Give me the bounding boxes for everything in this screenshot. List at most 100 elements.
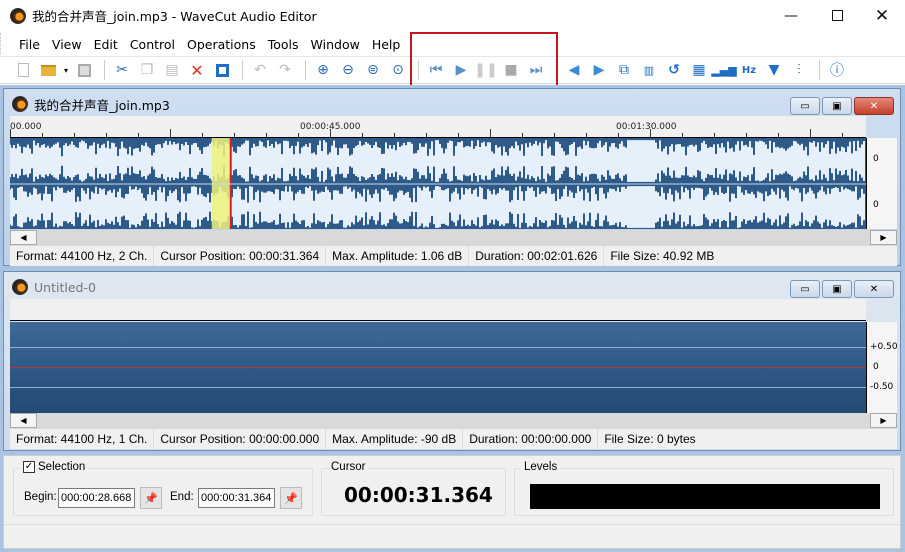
zoom-out-button[interactable]: ⊖	[337, 59, 359, 81]
close-icon: ✕	[874, 5, 890, 26]
scale-minus: -0.50	[870, 382, 894, 392]
ruler-tick	[746, 133, 747, 137]
scroll-right-button[interactable]: ▶	[870, 230, 897, 245]
help-button[interactable]: ⓘ	[826, 59, 848, 81]
resize-button[interactable]: ⧉	[613, 59, 635, 81]
ruler-tick	[362, 133, 363, 137]
document-restore-button[interactable]: ▣	[822, 280, 852, 298]
fade-out-button[interactable]: ▶	[588, 59, 610, 81]
fade-in-button[interactable]: ◀	[563, 59, 585, 81]
horizontal-scrollbar[interactable]: ◀ ▶	[10, 413, 897, 429]
cut-button[interactable]: ✂	[111, 59, 133, 81]
amplitude-scale: +0.50 0 -0.50	[866, 322, 898, 413]
reverse-icon: ↺	[668, 62, 680, 78]
channel-2-scale: 0	[873, 200, 879, 210]
checkbox-checked-icon: ✓	[23, 461, 35, 473]
ruler-tick	[650, 129, 651, 137]
end-time-input[interactable]	[198, 488, 275, 508]
horizontal-scrollbar[interactable]: ◀ ▶	[10, 230, 897, 246]
ruler-tick	[234, 133, 235, 137]
resample-icon: Hz	[741, 64, 757, 76]
menu-operations[interactable]: Operations	[181, 37, 262, 52]
ruler-tick	[554, 133, 555, 137]
ruler-tick	[266, 133, 267, 137]
time-ruler[interactable]	[10, 299, 866, 321]
paste-button[interactable]: ▤	[161, 59, 183, 81]
filter-button[interactable]: ▼	[763, 59, 785, 81]
document-minimize-button[interactable]: ▭	[790, 280, 820, 298]
fade-out-icon: ▶	[593, 62, 605, 78]
levels-icon: ▂▄▆	[711, 63, 737, 77]
new-file-icon	[17, 63, 29, 77]
ruler-tick	[490, 129, 491, 137]
amplitude-scale: 0 0	[866, 138, 897, 229]
separator	[305, 60, 306, 80]
document-close-button[interactable]: ✕	[854, 280, 894, 298]
normalize-button[interactable]: ▥	[638, 59, 660, 81]
selection-checkbox[interactable]: ✓ Selection	[20, 461, 89, 473]
separator	[819, 60, 820, 80]
minimize-button[interactable]: —	[768, 0, 814, 31]
waveform-view[interactable]	[10, 138, 866, 229]
menu-file[interactable]: File	[13, 37, 46, 52]
waveform-ch1	[10, 140, 865, 182]
cursor-time-display: 00:00:31.364	[344, 483, 493, 507]
open-button[interactable]	[37, 59, 59, 81]
ruler-label: 00:01:30.000	[616, 122, 677, 132]
scroll-right-button[interactable]: ▶	[870, 413, 897, 428]
menu-help[interactable]: Help	[366, 37, 407, 52]
set-begin-button[interactable]: 📌	[140, 487, 162, 509]
cursor-label: Cursor	[328, 461, 369, 473]
zoom-selection-button[interactable]: ⊜	[362, 59, 384, 81]
undo-button[interactable]: ↶	[249, 59, 271, 81]
menu-control[interactable]: Control	[124, 37, 181, 52]
separator	[242, 60, 243, 80]
amplify-button[interactable]: ▦	[688, 59, 710, 81]
status-cursor: Cursor Position: 00:00:00.000	[154, 429, 327, 449]
menu-edit[interactable]: Edit	[88, 37, 124, 52]
delete-button[interactable]: ✕	[186, 59, 208, 81]
waveform-view[interactable]	[10, 322, 866, 413]
copy-button[interactable]: ❐	[136, 59, 158, 81]
status-duration: Duration: 00:02:01.626	[469, 246, 605, 266]
close-button[interactable]: ✕	[859, 0, 905, 31]
menu-view[interactable]: View	[46, 37, 88, 52]
crop-button[interactable]	[211, 59, 233, 81]
menu-window[interactable]: Window	[305, 37, 366, 52]
status-filesize: File Size: 0 bytes	[604, 432, 696, 446]
resample-button[interactable]: Hz	[738, 59, 760, 81]
status-amplitude: Max. Amplitude: -90 dB	[326, 429, 464, 449]
open-dropdown[interactable]: ▾	[62, 59, 70, 81]
separator	[104, 60, 105, 80]
reverse-button[interactable]: ↺	[663, 59, 685, 81]
document-icon	[12, 96, 28, 112]
document-minimize-button[interactable]: ▭	[790, 97, 820, 115]
ruler-tick	[42, 133, 43, 137]
equalizer-button[interactable]: ⫶	[788, 59, 810, 81]
ruler-tick	[682, 133, 683, 137]
redo-button[interactable]: ↷	[274, 59, 296, 81]
document-restore-button[interactable]: ▣	[822, 97, 852, 115]
amplify-icon: ▦	[692, 62, 706, 78]
menu-tools[interactable]: Tools	[262, 37, 305, 52]
undo-icon: ↶	[254, 62, 266, 78]
scroll-left-button[interactable]: ◀	[10, 413, 37, 428]
maximize-icon	[831, 10, 843, 21]
set-end-button[interactable]: 📌	[280, 487, 302, 509]
restore-icon: ▣	[832, 100, 842, 112]
begin-time-input[interactable]	[58, 488, 135, 508]
zoom-in-button[interactable]: ⊕	[312, 59, 334, 81]
waveform-graphic	[10, 138, 866, 229]
save-button[interactable]	[73, 59, 95, 81]
new-file-button[interactable]	[12, 59, 34, 81]
ruler-tick	[106, 133, 107, 137]
document-title-bar: Untitled-0	[4, 272, 900, 302]
document-close-button[interactable]: ✕	[854, 97, 894, 115]
maximize-button[interactable]	[814, 0, 860, 31]
time-ruler[interactable]: 00.000 00:00:45.000 00:01:30.000	[10, 116, 866, 138]
zoom-fit-button[interactable]: ⊙	[387, 59, 409, 81]
levels-button[interactable]: ▂▄▆	[711, 59, 737, 81]
scroll-left-button[interactable]: ◀	[10, 230, 37, 245]
levels-group: Levels	[514, 461, 894, 516]
document-window-untitled: Untitled-0 ▭ ▣ ✕ +0.50 0 -0.50 ◀ ▶ Forma…	[3, 271, 901, 451]
